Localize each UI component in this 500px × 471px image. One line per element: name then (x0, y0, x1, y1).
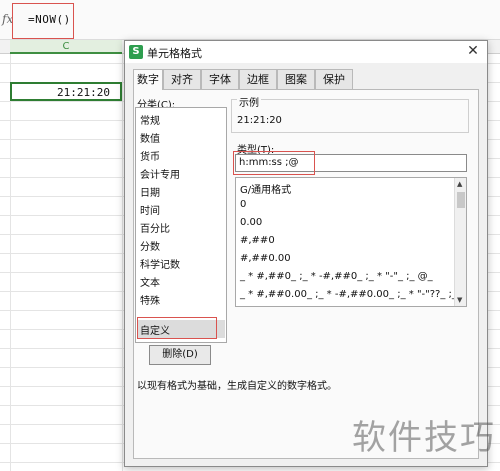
grid-line (122, 54, 123, 471)
dialog-title: 单元格格式 (147, 47, 202, 60)
scroll-down-icon[interactable]: ▼ (457, 296, 462, 304)
format-description: 以现有格式为基础，生成自定义的数字格式。 (137, 381, 337, 392)
custom-category-highlight-box (137, 317, 217, 339)
format-code-list[interactable]: G/通用格式 0 0.00 #,##0 #,##0.00 _ * #,##0_ … (235, 177, 467, 307)
tab-protection[interactable]: 保护 (315, 69, 353, 89)
type-highlight-box (233, 151, 315, 175)
format-code-item[interactable]: G/通用格式 (240, 181, 291, 196)
category-item[interactable]: 时间 (140, 202, 160, 217)
tab-bar: 数字 对齐 字体 边框 图案 保护 (133, 69, 479, 90)
sample-label: 示例 (237, 94, 261, 109)
column-header-c[interactable]: C (10, 40, 122, 54)
active-cell-value: 21:21:20 (57, 86, 110, 99)
format-code-item[interactable]: _ * #,##0.00_ ;_ * -#,##0.00_ ;_ * "-"??… (240, 289, 466, 300)
delete-button[interactable]: 删除(D) (149, 345, 211, 365)
category-item[interactable]: 常规 (140, 112, 160, 127)
tab-pattern[interactable]: 图案 (277, 69, 315, 89)
category-item[interactable]: 日期 (140, 184, 160, 199)
format-code-item[interactable]: #,##0.00 (240, 253, 291, 264)
format-code-item[interactable]: 0 (240, 199, 246, 210)
format-code-item[interactable]: #,##0 (240, 235, 275, 246)
format-list-scrollbar[interactable]: ▲ ▼ (454, 178, 466, 306)
category-item[interactable]: 文本 (140, 274, 160, 289)
category-item[interactable]: 数值 (140, 130, 160, 145)
app-logo-icon: S (129, 45, 143, 59)
tab-border[interactable]: 边框 (239, 69, 277, 89)
sample-value: 21:21:20 (237, 115, 282, 126)
formula-highlight-box (12, 3, 74, 39)
category-item[interactable]: 科学记数 (140, 256, 180, 271)
category-item[interactable]: 特殊 (140, 292, 160, 307)
category-item[interactable]: 分数 (140, 238, 160, 253)
scroll-thumb[interactable] (457, 192, 465, 208)
close-icon[interactable]: ✕ (465, 43, 481, 59)
category-item[interactable]: 货币 (140, 148, 160, 163)
formula-bar: fx =NOW() (0, 0, 500, 40)
tab-alignment[interactable]: 对齐 (163, 69, 201, 89)
category-item[interactable]: 会计专用 (140, 166, 180, 181)
active-cell[interactable]: 21:21:20 (10, 82, 122, 101)
tab-font[interactable]: 字体 (201, 69, 239, 89)
dialog-titlebar[interactable]: S 单元格格式 ✕ (125, 41, 487, 63)
tab-number[interactable]: 数字 (133, 69, 163, 90)
grid-line (10, 54, 11, 471)
category-list[interactable]: 常规 数值 货币 会计专用 日期 时间 百分比 分数 科学记数 文本 特殊 自定… (135, 107, 227, 343)
format-code-item[interactable]: _ * #,##0_ ;_ * -#,##0_ ;_ * "-"_ ;_ @_ (240, 271, 433, 282)
scroll-up-icon[interactable]: ▲ (457, 180, 462, 188)
watermark: 软件技巧 (352, 418, 496, 458)
format-cells-dialog: S 单元格格式 ✕ 数字 对齐 字体 边框 图案 保护 分类(C): 常规 数值… (124, 40, 488, 467)
format-code-item[interactable]: 0.00 (240, 217, 262, 228)
category-item[interactable]: 百分比 (140, 220, 170, 235)
